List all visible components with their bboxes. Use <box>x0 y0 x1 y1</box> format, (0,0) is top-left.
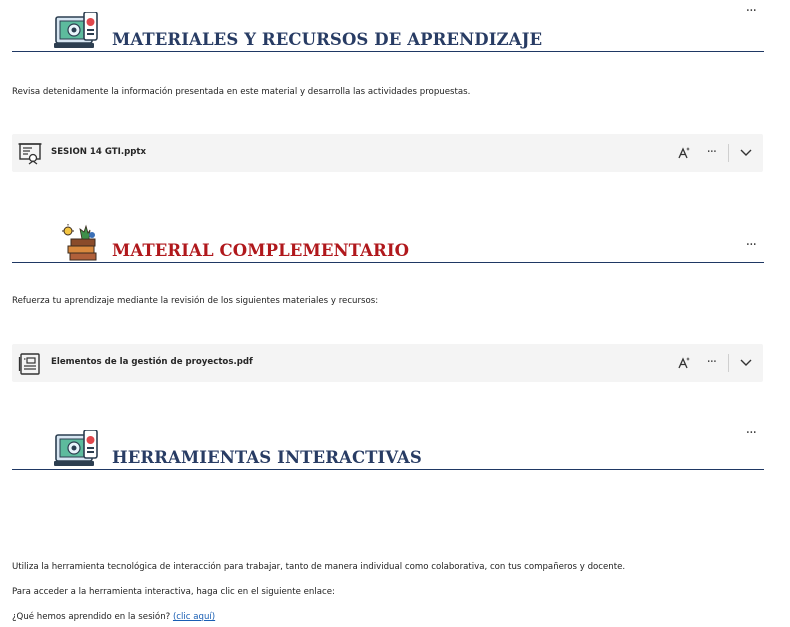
section-header-complementario: MATERIAL COMPLEMENTARIO ··· <box>12 215 764 263</box>
section-header-materiales: MATERIALES Y RECURSOS DE APRENDIZAJE ··· <box>12 4 764 52</box>
books-lightbulb-icon <box>60 223 102 269</box>
section-divider <box>12 261 764 263</box>
section-description: Revisa detenidamente la información pres… <box>12 87 471 97</box>
laptop-video-icon <box>54 11 100 56</box>
file-more-button[interactable]: ··· <box>707 356 717 369</box>
ai-assist-icon[interactable] <box>677 146 691 160</box>
file-actions: ··· <box>661 143 753 163</box>
section-divider <box>12 468 764 470</box>
chevron-down-icon[interactable] <box>739 148 753 158</box>
file-row-elementos-pdf[interactable]: Elementos de la gestión de proyectos.pdf… <box>12 344 763 382</box>
action-divider <box>728 144 729 162</box>
section-more-button[interactable]: ··· <box>746 426 757 440</box>
section-title: HERRAMIENTAS INTERACTIVAS <box>112 448 422 467</box>
action-divider <box>728 354 729 372</box>
interactive-tool-instruction: Para acceder a la herramienta interactiv… <box>12 587 335 597</box>
file-actions: ··· <box>661 353 753 373</box>
interactive-tool-description: Utiliza la herramienta tecnológica de in… <box>12 562 626 572</box>
section-title: MATERIALES Y RECURSOS DE APRENDIZAJE <box>112 30 543 49</box>
question-text: ¿Qué hemos aprendido en la sesión? <box>12 612 171 622</box>
laptop-video-icon <box>54 429 100 474</box>
section-more-button[interactable]: ··· <box>746 238 757 252</box>
file-name[interactable]: Elementos de la gestión de proyectos.pdf <box>51 357 253 367</box>
interactive-tool-link-line: ¿Qué hemos aprendido en la sesión? (clic… <box>12 612 215 622</box>
presentation-file-icon <box>18 142 42 170</box>
section-header-herramientas: HERRAMIENTAS INTERACTIVAS ··· <box>12 422 764 470</box>
section-more-button[interactable]: ··· <box>746 4 757 18</box>
section-title: MATERIAL COMPLEMENTARIO <box>112 241 410 260</box>
ai-assist-icon[interactable] <box>677 356 691 370</box>
chevron-down-icon[interactable] <box>739 358 753 368</box>
section-divider <box>12 50 764 52</box>
document-file-icon <box>18 352 42 380</box>
click-here-link[interactable]: (clic aquí) <box>173 612 215 622</box>
file-name[interactable]: SESION 14 GTI.pptx <box>51 147 146 157</box>
file-more-button[interactable]: ··· <box>707 146 717 159</box>
file-row-sesion-14[interactable]: SESION 14 GTI.pptx ··· <box>12 134 763 172</box>
section-description: Refuerza tu aprendizaje mediante la revi… <box>12 296 379 306</box>
